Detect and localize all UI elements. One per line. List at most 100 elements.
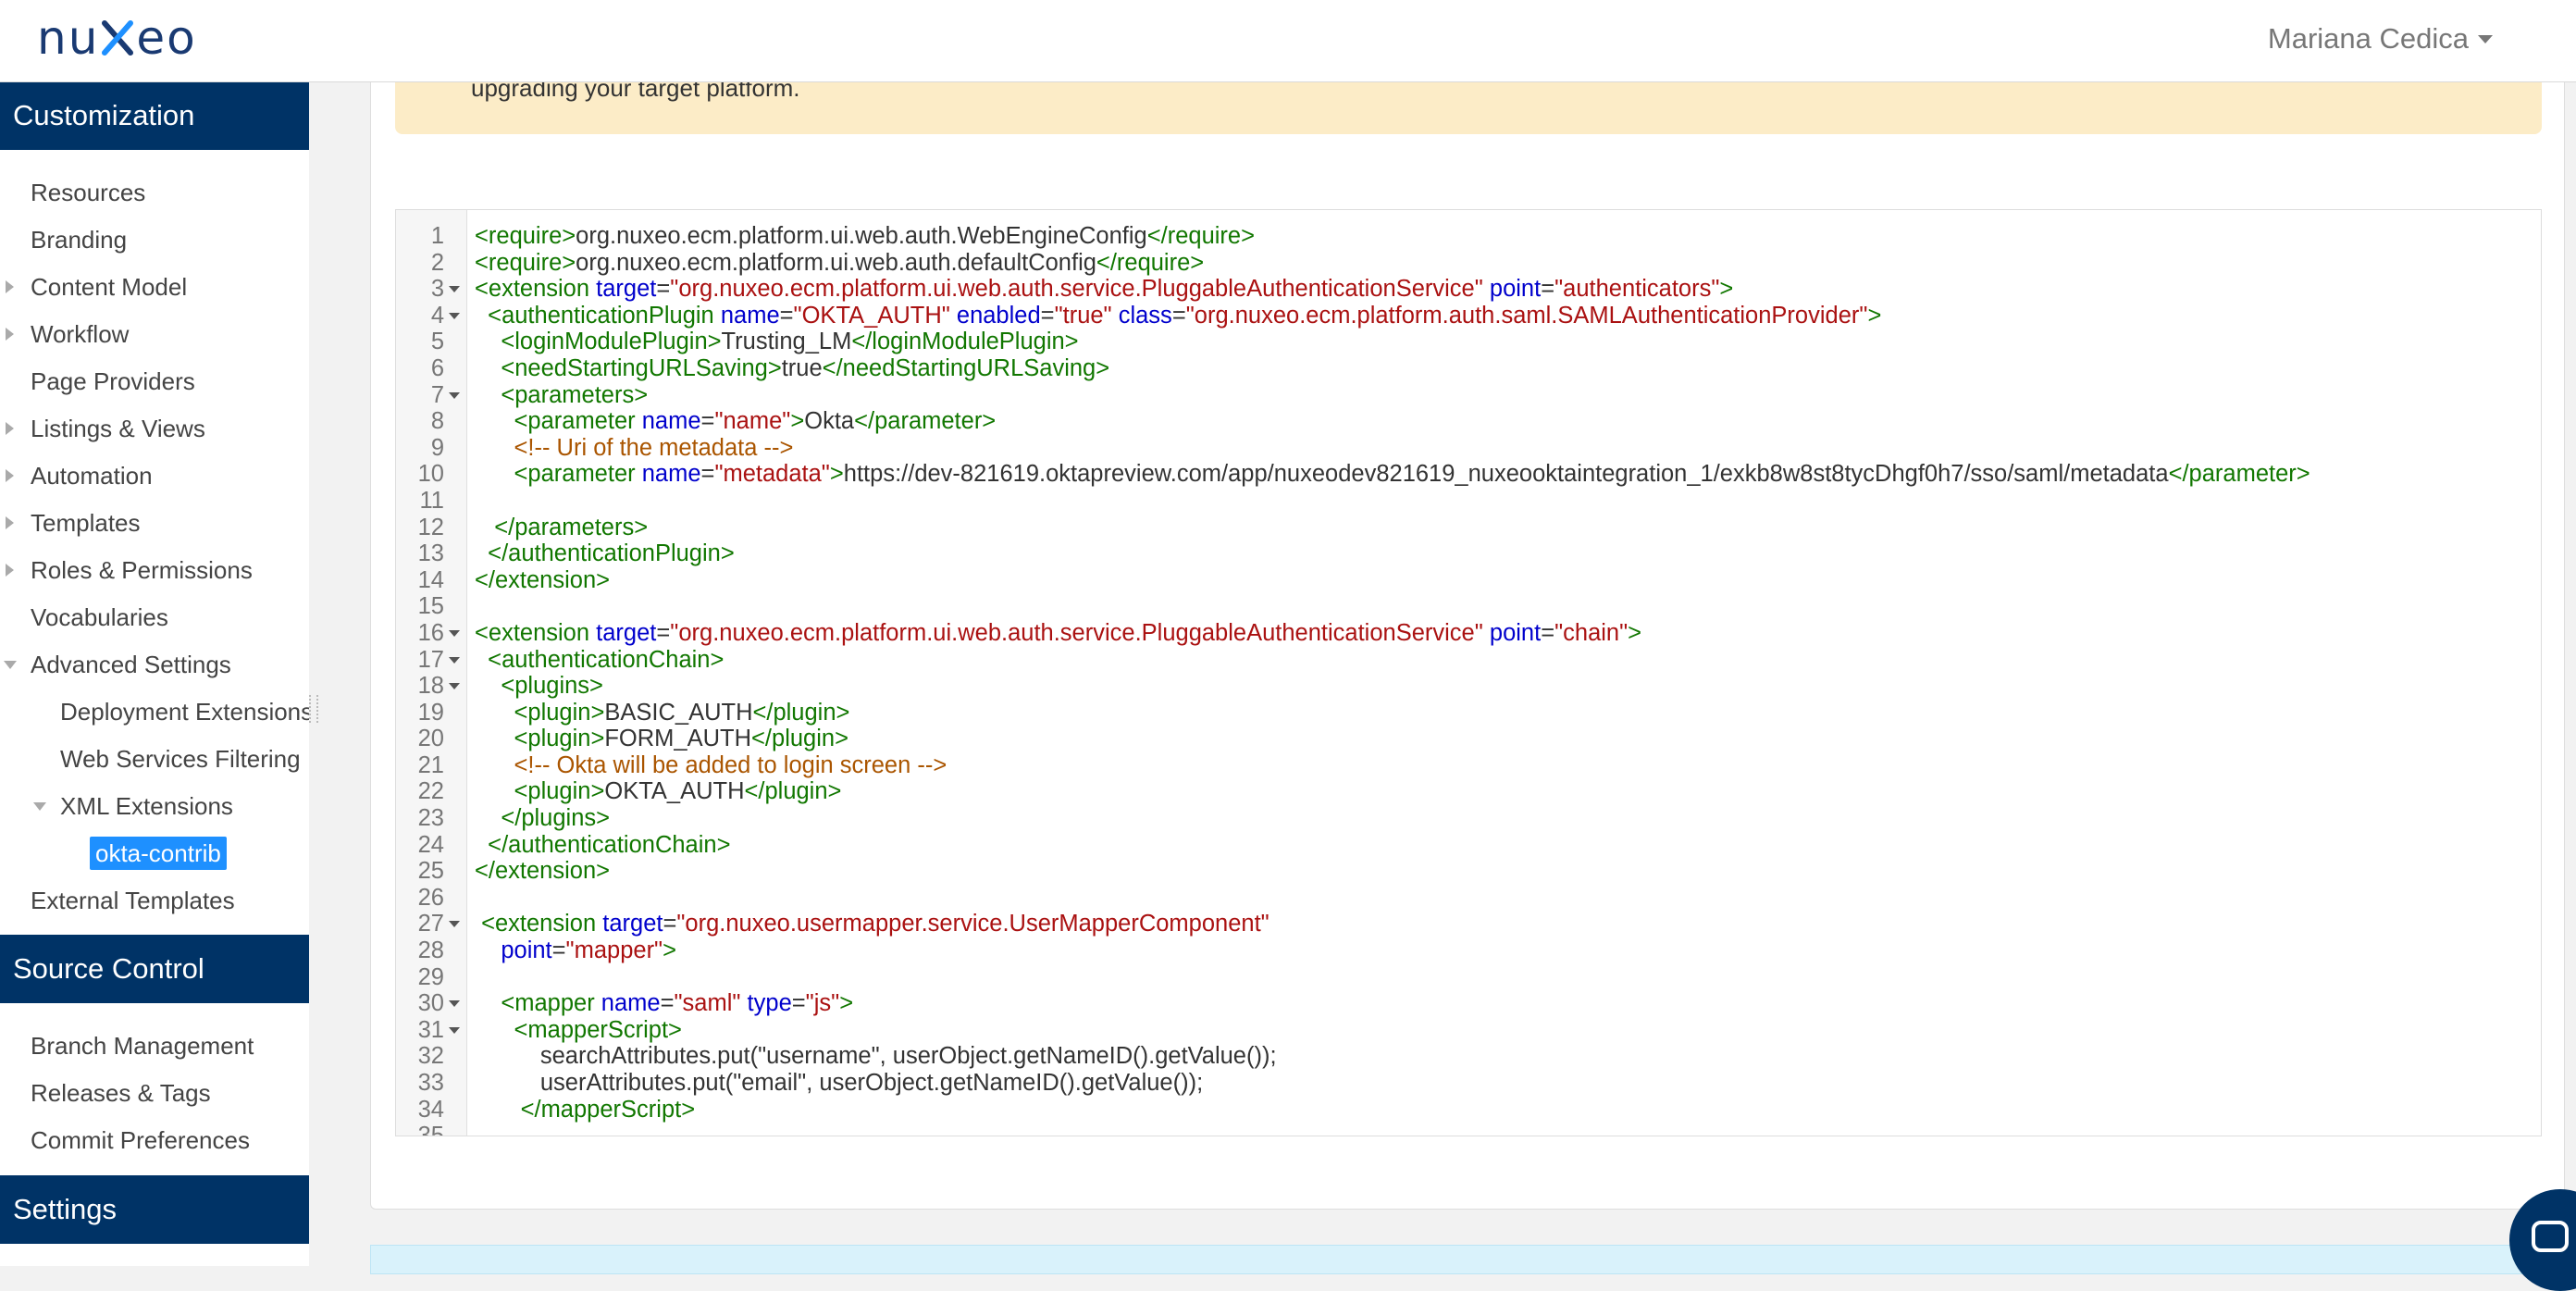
code-text[interactable]: </mapperScript> [475, 1097, 696, 1123]
collapse-icon[interactable] [33, 802, 46, 811]
code-line[interactable]: 1 <require>org.nuxeo.ecm.platform.ui.web.… [396, 223, 2541, 250]
code-line[interactable]: 16 <extension target="org.nuxeo.ecm.platf… [396, 620, 2541, 647]
code-text[interactable]: <needStartingURLSaving>true</needStartin… [475, 355, 1109, 382]
code-text[interactable]: <authenticationChain> [475, 647, 724, 674]
fold-toggle-icon[interactable] [449, 391, 460, 399]
code-text[interactable]: </plugins> [475, 805, 610, 832]
section-source-control[interactable]: Source Control [0, 935, 309, 1003]
code-text[interactable]: <!-- Okta will be added to login screen … [475, 752, 947, 779]
code-line[interactable]: 30 <mapper name="saml" type="js"> [396, 990, 2541, 1017]
code-line[interactable]: 8 <parameter name="name">Okta</parameter… [396, 408, 2541, 435]
nuxeo-logo[interactable]: nu eo [37, 6, 197, 70]
code-line[interactable]: 10 <parameter name="metadata">https://de… [396, 461, 2541, 488]
sidebar-item-external-templates[interactable]: External Templates [0, 877, 235, 924]
code-text[interactable]: userAttributes.put("email", userObject.g… [475, 1070, 1203, 1097]
sidebar-item-branding[interactable]: Branding [0, 217, 127, 263]
sidebar-item-deployment-extensions[interactable]: Deployment Extensions [0, 689, 309, 735]
code-line[interactable]: 18 <plugins> [396, 673, 2541, 700]
fold-toggle-icon[interactable] [449, 921, 460, 928]
code-line[interactable]: 4 <authenticationPlugin name="OKTA_AUTH"… [396, 303, 2541, 329]
code-text[interactable]: <parameters> [475, 382, 648, 409]
fold-toggle-icon[interactable] [449, 683, 460, 690]
sidebar-item-roles-permissions[interactable]: Roles & Permissions [0, 547, 253, 593]
sidebar-item-vocabularies[interactable]: Vocabularies [0, 594, 168, 640]
code-text[interactable]: <plugin>BASIC_AUTH</plugin> [475, 700, 850, 726]
code-text[interactable]: searchAttributes.put("username", userObj… [475, 1043, 1277, 1070]
code-line[interactable]: 12 </parameters> [396, 515, 2541, 541]
fold-toggle-icon[interactable] [449, 656, 460, 664]
code-line[interactable]: 20 <plugin>FORM_AUTH</plugin> [396, 726, 2541, 752]
sidebar-item-advanced-settings[interactable]: Advanced Settings [0, 641, 231, 688]
fold-toggle-icon[interactable] [449, 312, 460, 319]
sidebar-item-releases-tags[interactable]: Releases & Tags [0, 1070, 211, 1116]
expand-icon[interactable] [6, 280, 14, 293]
code-line[interactable]: 32 searchAttributes.put("username", user… [396, 1043, 2541, 1070]
code-line[interactable]: 33 userAttributes.put("email", userObjec… [396, 1070, 2541, 1097]
code-text[interactable]: <!-- Uri of the metadata --> [475, 435, 794, 462]
code-lines[interactable]: 1 <require>org.nuxeo.ecm.platform.ui.web.… [396, 223, 2541, 1136]
code-text[interactable]: <mapper name="saml" type="js"> [475, 990, 853, 1017]
code-line[interactable]: 5 <loginModulePlugin>Trusting_LM</loginM… [396, 329, 2541, 355]
section-settings[interactable]: Settings [0, 1175, 309, 1244]
code-text[interactable]: </extension> [475, 567, 610, 594]
sidebar-item-branch-management[interactable]: Branch Management [0, 1023, 254, 1069]
code-text[interactable]: <authenticationPlugin name="OKTA_AUTH" e… [475, 303, 1881, 329]
code-text[interactable]: </parameters> [475, 515, 648, 541]
code-line[interactable]: 14 </extension> [396, 567, 2541, 594]
code-text[interactable]: <parameter name="name">Okta</parameter> [475, 408, 997, 435]
sidebar-item-workflow[interactable]: Workflow [0, 311, 129, 357]
sidebar-item-resources[interactable]: Resources [0, 169, 145, 216]
sidebar-item-content-model[interactable]: Content Model [0, 264, 187, 310]
sidebar-item-listings-views[interactable]: Listings & Views [0, 405, 205, 452]
expand-icon[interactable] [6, 516, 14, 529]
expand-icon[interactable] [6, 328, 14, 341]
user-menu[interactable]: Mariana Cedica [2268, 22, 2493, 56]
sidebar-item-okta-contrib[interactable]: okta-contrib [0, 830, 227, 876]
code-line[interactable]: 15 [396, 593, 2541, 620]
code-text[interactable]: <parameter name="metadata">https://dev-8… [475, 461, 2310, 488]
code-line[interactable]: 34 </mapperScript> [396, 1097, 2541, 1123]
expand-icon[interactable] [6, 564, 14, 577]
code-text[interactable]: <extension target="org.nuxeo.ecm.platfor… [475, 276, 1733, 303]
sidebar-item-automation[interactable]: Automation [0, 453, 153, 499]
code-line[interactable]: 22 <plugin>OKTA_AUTH</plugin> [396, 778, 2541, 805]
code-line[interactable]: 3 <extension target="org.nuxeo.ecm.platfo… [396, 276, 2541, 303]
code-line[interactable]: 31 <mapperScript> [396, 1017, 2541, 1044]
code-line[interactable]: 13 </authenticationPlugin> [396, 540, 2541, 567]
code-line[interactable]: 35 [396, 1123, 2541, 1136]
collapse-icon[interactable] [4, 661, 17, 669]
code-text[interactable]: <plugin>FORM_AUTH</plugin> [475, 726, 848, 752]
code-line[interactable]: 29 [396, 964, 2541, 991]
code-text[interactable]: <loginModulePlugin>Trusting_LM</loginMod… [475, 329, 1078, 355]
fold-toggle-icon[interactable] [449, 286, 460, 293]
code-text[interactable]: </extension> [475, 858, 610, 885]
code-text[interactable]: </authenticationChain> [475, 832, 730, 859]
sidebar-resize-handle[interactable] [309, 695, 318, 723]
expand-icon[interactable] [6, 422, 14, 435]
code-text[interactable]: <require>org.nuxeo.ecm.platform.ui.web.a… [475, 250, 1204, 277]
code-line[interactable]: 7 <parameters> [396, 382, 2541, 409]
expand-icon[interactable] [6, 469, 14, 482]
sidebar-item-commit-preferences[interactable]: Commit Preferences [0, 1117, 250, 1163]
code-line[interactable]: 19 <plugin>BASIC_AUTH</plugin> [396, 700, 2541, 726]
fold-toggle-icon[interactable] [449, 629, 460, 637]
code-line[interactable]: 24 </authenticationChain> [396, 832, 2541, 859]
code-text[interactable]: <plugins> [475, 673, 603, 700]
section-customization[interactable]: Customization [0, 81, 309, 150]
sidebar-item-web-services-filtering[interactable]: Web Services Filtering [0, 736, 301, 782]
code-text[interactable]: <plugin>OKTA_AUTH</plugin> [475, 778, 842, 805]
sidebar-item-page-providers[interactable]: Page Providers [0, 358, 195, 404]
code-text[interactable]: </authenticationPlugin> [475, 540, 735, 567]
code-text[interactable]: <mapperScript> [475, 1017, 682, 1044]
code-line[interactable]: 6 <needStartingURLSaving>true</needStart… [396, 355, 2541, 382]
code-line[interactable]: 23 </plugins> [396, 805, 2541, 832]
sidebar-item-xml-extensions[interactable]: XML Extensions [0, 783, 233, 829]
sidebar-item-templates[interactable]: Templates [0, 500, 141, 546]
code-text[interactable]: <extension target="org.nuxeo.ecm.platfor… [475, 620, 1641, 647]
code-line[interactable]: 27 <extension target="org.nuxeo.usermapp… [396, 911, 2541, 937]
fold-toggle-icon[interactable] [449, 1026, 460, 1034]
code-text[interactable]: point="mapper"> [475, 937, 676, 964]
code-text[interactable]: <extension target="org.nuxeo.usermapper.… [475, 911, 1269, 937]
code-line[interactable]: 26 [396, 885, 2541, 912]
code-line[interactable]: 25 </extension> [396, 858, 2541, 885]
